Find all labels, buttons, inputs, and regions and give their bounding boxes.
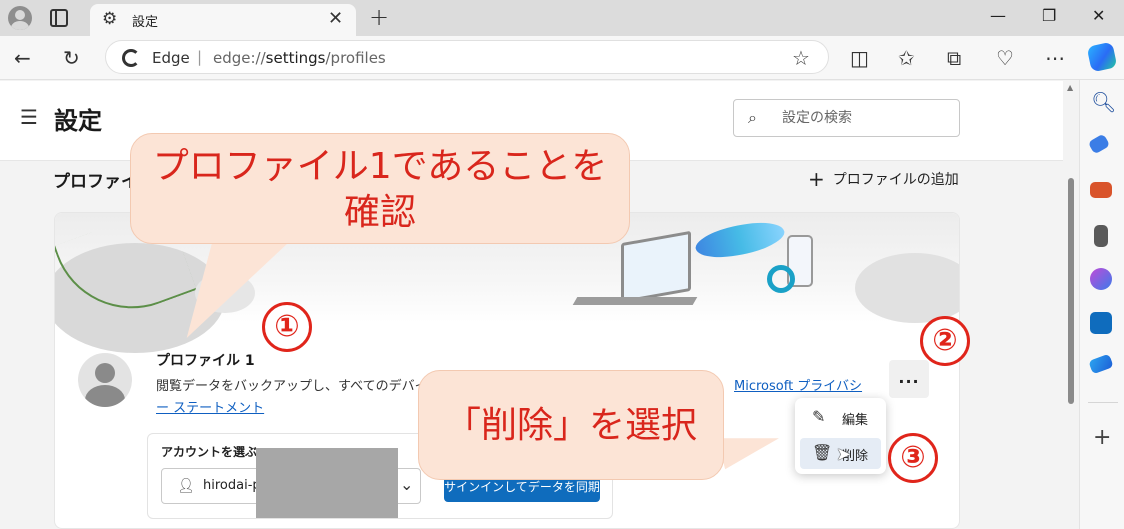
search-input[interactable]	[782, 100, 952, 136]
search-icon[interactable]: 🔍︎	[1091, 90, 1116, 114]
right-sidebar: 🔍︎ +	[1079, 80, 1124, 529]
avatar	[78, 353, 132, 407]
favorite-star-icon[interactable]: ☆	[792, 46, 810, 70]
menu-item-label: 編集	[842, 413, 869, 428]
minimize-button[interactable]: —	[990, 6, 1006, 25]
new-tab-button[interactable]: +	[369, 3, 389, 31]
close-tab-icon[interactable]: ✕	[328, 8, 343, 29]
navigation-toolbar: ← ↻ Edge | edge://settings/profiles ☆ ◫ …	[0, 36, 1124, 80]
account-value: hirodai-p	[203, 478, 261, 493]
pencil-icon: ✎	[812, 407, 826, 426]
page-scrollbar[interactable]: ▲	[1063, 80, 1079, 529]
menu-icon[interactable]: ☰	[20, 105, 38, 129]
person-icon: 👤︎	[177, 478, 195, 494]
annotation-callout-delete: 「削除」を選択	[418, 370, 724, 480]
add-profile-label: プロファイルの追加	[832, 172, 959, 188]
copilot-icon[interactable]	[1086, 41, 1118, 73]
menu-item-edit[interactable]: ✎ 編集	[800, 402, 881, 433]
address-separator: |	[197, 48, 203, 66]
more-options-icon[interactable]: ⋯	[1045, 46, 1065, 70]
sidebar-divider	[1088, 402, 1118, 403]
chevron-down-icon: ⌄	[400, 475, 414, 494]
browser-essentials-icon[interactable]: ♡	[996, 46, 1014, 70]
laptop-base-illustration	[572, 297, 698, 305]
title-bar: ⚙ 設定 ✕ + — ❐ ✕	[0, 0, 1124, 36]
search-icon: ⌕	[748, 108, 757, 127]
tab-actions-icon[interactable]	[50, 9, 68, 27]
send-icon[interactable]	[1088, 353, 1114, 375]
privacy-link[interactable]: Microsoft プライバシ	[734, 375, 862, 394]
url-suffix: /profiles	[325, 49, 386, 67]
plus-icon: +	[808, 167, 825, 191]
outlook-icon[interactable]	[1090, 312, 1112, 334]
profile-name: プロファイル 1	[156, 353, 255, 369]
profile-more-button[interactable]: ...	[889, 360, 929, 398]
account-label: アカウントを選ぶ	[161, 445, 258, 459]
privacy-statement-link[interactable]: ー ステートメント	[156, 397, 264, 416]
address-url[interactable]: edge://settings/profiles	[213, 49, 386, 67]
close-window-button[interactable]: ✕	[1092, 6, 1105, 25]
tools-icon[interactable]	[1090, 182, 1112, 198]
refresh-icon[interactable]: ↻	[63, 46, 80, 70]
settings-search[interactable]: ⌕	[733, 99, 960, 137]
scroll-thumb[interactable]	[1068, 178, 1074, 404]
games-icon[interactable]	[1094, 225, 1108, 247]
split-screen-icon[interactable]: ◫	[850, 46, 869, 70]
laptop-illustration	[621, 230, 691, 304]
collections-icon[interactable]: ⧉	[947, 46, 961, 70]
url-path-bold: settings	[265, 49, 326, 67]
annotation-callout-confirm: プロファイル1であることを 確認	[130, 133, 630, 244]
mouse-cursor-icon: ➤	[836, 444, 852, 465]
sync-swirl-illustration	[692, 213, 788, 267]
ring-illustration	[767, 265, 795, 293]
tab-settings[interactable]: ⚙ 設定 ✕	[90, 4, 356, 36]
back-arrow-icon[interactable]: ←	[14, 46, 31, 70]
address-brand: Edge	[152, 49, 190, 67]
step-number-3: ③	[888, 433, 938, 483]
redaction-block	[256, 448, 398, 518]
cloud-shape	[855, 253, 959, 323]
page-title: 設定	[54, 107, 102, 135]
tab-title: 設定	[132, 15, 159, 30]
url-prefix: edge://	[213, 49, 266, 67]
add-profile-button[interactable]: + プロファイルの追加	[808, 167, 959, 191]
maximize-button[interactable]: ❐	[1042, 6, 1056, 25]
edge-logo-icon	[122, 49, 140, 67]
callout-line2: 確認	[343, 192, 416, 233]
trash-icon: 🗑︎	[812, 443, 833, 462]
profile-avatar-icon[interactable]	[8, 6, 32, 30]
address-bar[interactable]: Edge | edge://settings/profiles ☆	[105, 40, 829, 74]
scroll-up-arrow-icon[interactable]: ▲	[1067, 83, 1073, 92]
microsoft-365-icon[interactable]	[1090, 268, 1112, 290]
callout-line1: プロファイル1であることを	[152, 146, 608, 187]
shopping-tag-icon[interactable]	[1087, 133, 1111, 155]
favorites-icon[interactable]: ✩	[898, 46, 915, 70]
gear-icon: ⚙	[102, 9, 118, 29]
profile-description: 閲覧データをバックアップし、すべてのデバイス	[156, 379, 441, 394]
add-sidebar-app-icon[interactable]: +	[1093, 425, 1111, 450]
step-number-2: ②	[920, 316, 970, 366]
step-number-1: ①	[262, 302, 312, 352]
